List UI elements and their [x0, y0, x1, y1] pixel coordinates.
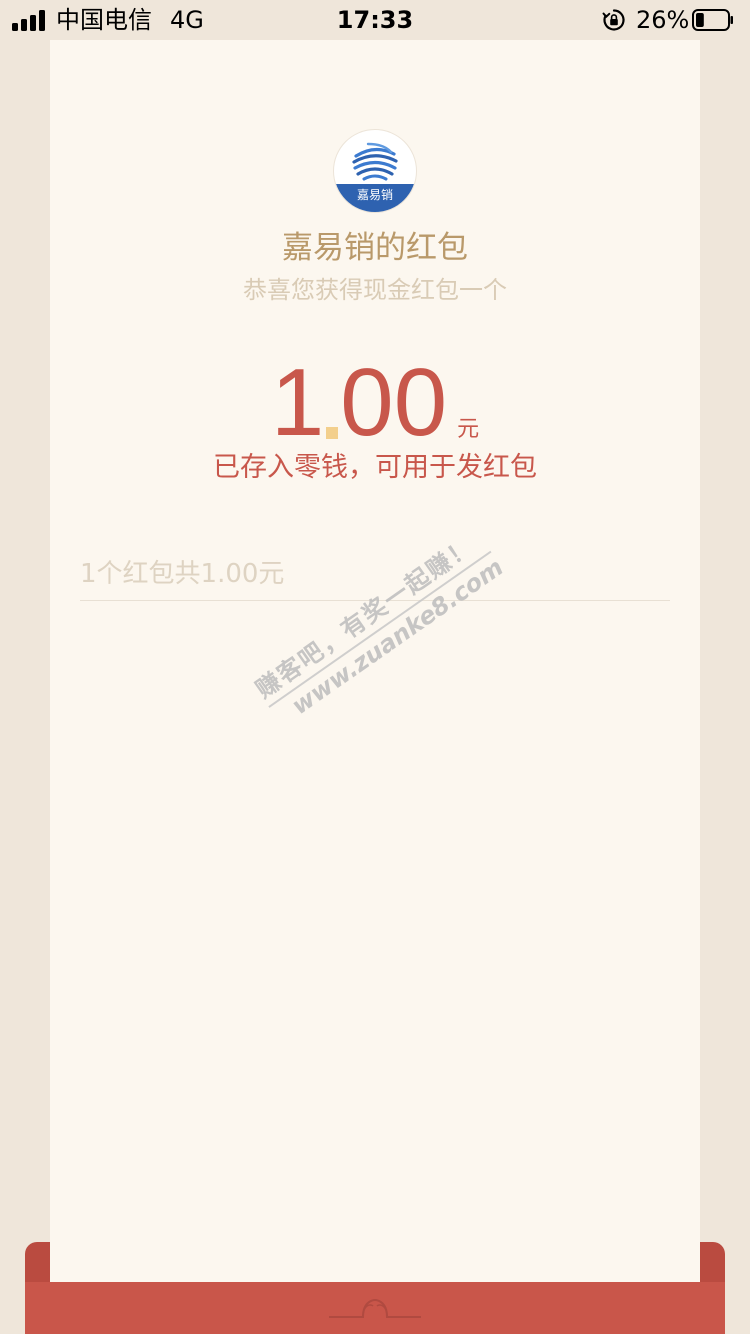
amount-decimal-point — [326, 427, 339, 439]
watermark-slogan: 赚客吧，有奖一起赚！ — [250, 524, 492, 708]
amount-integer: 1 — [270, 349, 325, 456]
watermark: 赚客吧，有奖一起赚！ www.zuanke8.com — [250, 524, 509, 732]
greeting-text: 恭喜您获得现金红包一个 — [243, 276, 507, 304]
amount-decimal: 00 — [340, 349, 448, 456]
packet-summary: 1个红包共1.00元 — [80, 559, 285, 589]
logo-text: 嘉易销 — [356, 188, 393, 202]
red-packet-detail-card: 嘉易销 嘉易销的红包 恭喜您获得现金红包一个 1 00 元 已存入零钱，可用于发红包… — [50, 40, 700, 1282]
battery-percent: 26% — [636, 6, 690, 34]
amount-unit: 元 — [457, 417, 480, 442]
status-bar: 中国电信 4G 17:33 26% — [0, 0, 750, 40]
saved-to-balance-note[interactable]: 已存入零钱，可用于发红包 — [50, 450, 700, 486]
rotation-lock-icon — [602, 9, 625, 31]
amount-display: 1 00 元 — [50, 349, 700, 456]
sender-title: 嘉易销的红包 — [282, 230, 468, 266]
envelope-hinge-icon — [329, 1299, 421, 1318]
battery-icon — [692, 9, 733, 31]
sender-logo: 嘉易销 — [334, 130, 416, 212]
